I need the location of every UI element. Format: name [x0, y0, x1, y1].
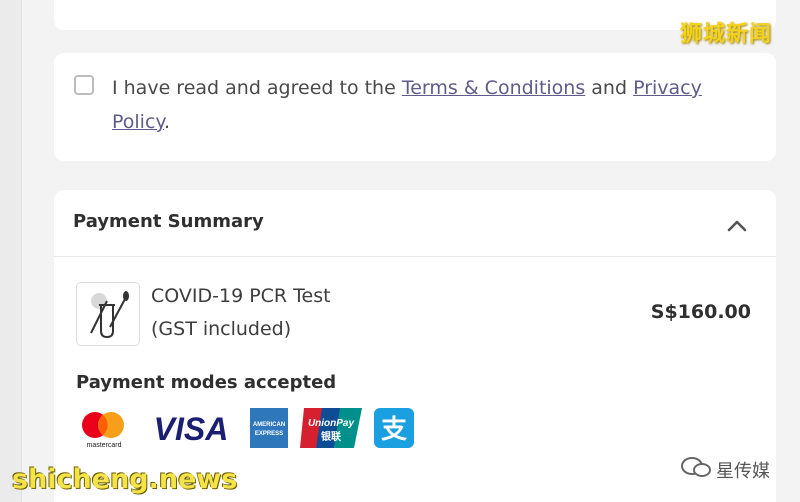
svg-text:mastercard: mastercard	[86, 442, 121, 449]
watermark-bottom-right-text: 星传媒	[716, 461, 770, 482]
agree-checkbox[interactable]	[74, 75, 94, 95]
previous-card	[54, 0, 776, 30]
agreement-card: I have read and agreed to the Terms & Co…	[54, 53, 776, 161]
payment-modes-title: Payment modes accepted	[76, 372, 337, 393]
amex-icon: AMERICAN EXPRESS	[250, 408, 288, 448]
watermark-top-right: 狮城新闻	[680, 22, 773, 47]
svg-text:银联: 银联	[321, 430, 341, 443]
payment-summary-card: Payment Summary COVID-19 PCR Test (GST i…	[54, 190, 776, 502]
privacy-link-continued[interactable]: Policy	[112, 111, 164, 133]
payment-summary-title: Payment Summary	[73, 211, 264, 232]
product-tax-note: (GST included)	[151, 318, 292, 340]
svg-text:支: 支	[381, 415, 407, 445]
agreement-text: I have read and agreed to the Terms & Co…	[112, 71, 712, 139]
payment-summary-header[interactable]: Payment Summary	[54, 190, 776, 257]
watermark-bottom-right: 星传媒	[680, 455, 770, 482]
unionpay-icon: UnionPay 银联	[300, 408, 362, 448]
wechat-icon	[681, 457, 711, 477]
test-tube-icon	[76, 282, 140, 346]
agreement-suffix: .	[163, 111, 170, 133]
svg-text:VISA: VISA	[154, 411, 229, 447]
agreement-middle: and	[585, 77, 634, 99]
product-price: S$160.00	[650, 301, 751, 323]
agreement-prefix: I have read and agreed to the	[112, 77, 402, 99]
svg-text:EXPRESS: EXPRESS	[255, 431, 283, 437]
privacy-link[interactable]: Privacy	[633, 77, 702, 99]
left-edge-strip	[0, 0, 22, 502]
visa-icon: VISA	[154, 411, 229, 447]
alipay-icon: 支	[374, 408, 414, 448]
svg-text:UnionPay: UnionPay	[308, 418, 355, 429]
product-name: COVID-19 PCR Test	[151, 285, 331, 307]
watermark-bottom-left: shicheng.news	[12, 464, 238, 495]
svg-text:AMERICAN: AMERICAN	[253, 422, 285, 428]
chevron-up-icon[interactable]	[727, 218, 747, 232]
mastercard-icon: mastercard	[82, 412, 124, 449]
terms-link[interactable]: Terms & Conditions	[402, 77, 585, 99]
